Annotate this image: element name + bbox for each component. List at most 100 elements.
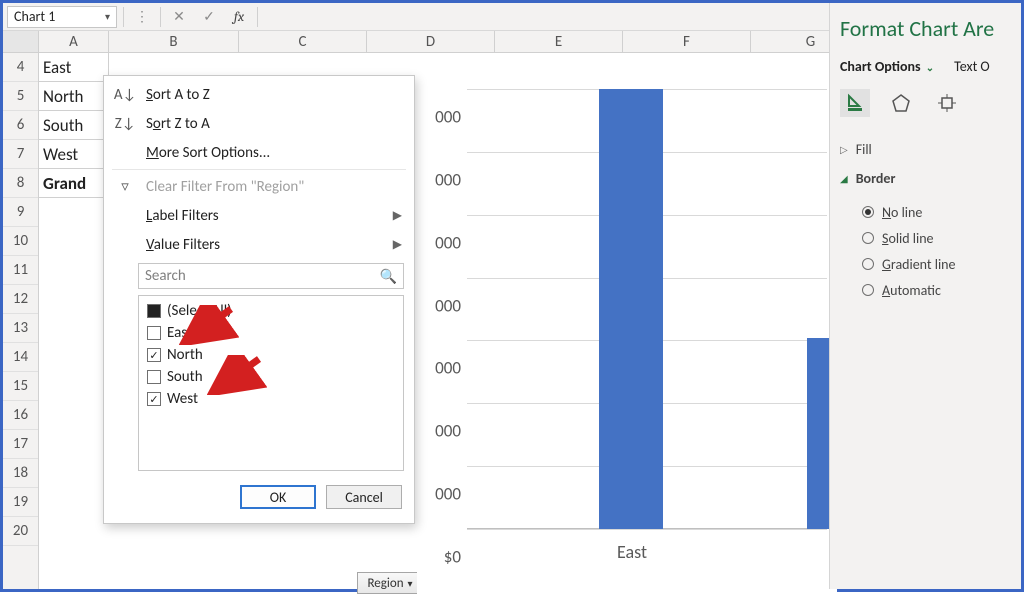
filter-item-label: West bbox=[167, 390, 198, 408]
name-box-value: Chart 1 bbox=[14, 8, 55, 25]
sort-ascending[interactable]: A↓ Sort A to Z bbox=[104, 80, 414, 109]
chevron-right-icon: ▶ bbox=[393, 237, 402, 252]
chevron-down-icon: ◢ bbox=[840, 172, 848, 185]
row-header[interactable]: 18 bbox=[3, 459, 38, 488]
y-tick-label: $0 bbox=[417, 547, 461, 568]
radio-icon bbox=[862, 232, 874, 244]
row-header[interactable]: 12 bbox=[3, 285, 38, 314]
row-header[interactable]: 11 bbox=[3, 256, 38, 285]
cell[interactable]: South bbox=[39, 111, 108, 140]
search-icon: 🔍 bbox=[380, 268, 397, 285]
x-category-label: East bbox=[587, 541, 677, 563]
effects-icon[interactable] bbox=[886, 89, 916, 117]
more-sort-options[interactable]: More Sort Options... bbox=[104, 138, 414, 167]
row-header[interactable]: 16 bbox=[3, 401, 38, 430]
ok-button[interactable]: OK bbox=[240, 485, 316, 509]
cancel-formula-icon: ✕ bbox=[167, 6, 191, 28]
row-headers: 4567891011121314151617181920 bbox=[3, 53, 39, 589]
filter-item[interactable]: West bbox=[147, 388, 395, 410]
row-header[interactable]: 15 bbox=[3, 372, 38, 401]
row-header[interactable]: 19 bbox=[3, 488, 38, 517]
row-header[interactable]: 5 bbox=[3, 82, 38, 111]
more-icon: ⋮ bbox=[130, 6, 154, 28]
separator bbox=[112, 169, 406, 170]
y-tick-label: 000 bbox=[417, 295, 461, 316]
pivot-axis-label: Region bbox=[367, 576, 403, 591]
filter-search-input[interactable]: Search 🔍 bbox=[138, 263, 404, 289]
chart-bar[interactable] bbox=[599, 89, 663, 529]
row-header[interactable]: 8 bbox=[3, 169, 38, 198]
border-radio[interactable]: No line bbox=[862, 199, 1011, 225]
name-box[interactable]: Chart 1 ▾ bbox=[7, 6, 117, 28]
filter-item[interactable]: South bbox=[147, 366, 395, 388]
y-tick-label: 000 bbox=[417, 358, 461, 379]
checkbox[interactable] bbox=[147, 304, 161, 318]
clear-filter: ▿ Clear Filter From "Region" bbox=[104, 172, 414, 201]
format-chart-area-pane: Format Chart Are Chart Options ⌄ Text O … bbox=[829, 3, 1021, 589]
sort-az-icon: A↓ bbox=[114, 86, 136, 104]
row-header[interactable]: 10 bbox=[3, 227, 38, 256]
separator bbox=[123, 7, 124, 27]
filter-checklist: (Select All)EastNorthSouthWest bbox=[138, 295, 404, 471]
row-header[interactable]: 4 bbox=[3, 53, 38, 82]
column-header[interactable]: C bbox=[239, 31, 367, 52]
fill-section-header[interactable]: ▷ Fill bbox=[840, 135, 1011, 164]
border-radio[interactable]: Solid line bbox=[862, 225, 1011, 251]
border-section-header[interactable]: ◢ Border bbox=[840, 164, 1011, 193]
select-all-header[interactable] bbox=[3, 31, 39, 52]
menu-label: alue Filters bbox=[154, 236, 220, 254]
fill-line-icon[interactable] bbox=[840, 89, 870, 117]
row-header[interactable]: 6 bbox=[3, 111, 38, 140]
row-header[interactable]: 13 bbox=[3, 314, 38, 343]
label-filters[interactable]: Label Filters ▶ bbox=[104, 201, 414, 230]
border-radio[interactable]: Gradient line bbox=[862, 251, 1011, 277]
column-a-cells: EastNorthSouthWestGrand bbox=[39, 53, 109, 198]
checkbox[interactable] bbox=[147, 392, 161, 406]
button-label: OK bbox=[270, 489, 287, 506]
filter-dropdown: A↓ Sort A to Z Z↓ Sort Z to A More Sort … bbox=[103, 75, 415, 524]
checkbox[interactable] bbox=[147, 370, 161, 384]
chevron-down-icon[interactable]: ▾ bbox=[105, 10, 110, 23]
row-header[interactable]: 7 bbox=[3, 140, 38, 169]
column-header[interactable]: E bbox=[495, 31, 623, 52]
chevron-down-icon: ▾ bbox=[408, 577, 413, 590]
border-radio[interactable]: Automatic bbox=[862, 277, 1011, 303]
annotation-arrow bbox=[179, 305, 239, 345]
row-header[interactable]: 14 bbox=[3, 343, 38, 372]
checkbox[interactable] bbox=[147, 326, 161, 340]
row-header[interactable]: 9 bbox=[3, 198, 38, 227]
filter-item-label: South bbox=[167, 368, 203, 386]
y-tick-label: 000 bbox=[417, 484, 461, 505]
fx-icon[interactable]: fx bbox=[227, 6, 251, 28]
border-radio-group: No lineSolid line Gradient line Automatic bbox=[840, 193, 1011, 303]
radio-label: Gradient line bbox=[882, 256, 956, 273]
cell[interactable]: East bbox=[39, 53, 108, 82]
cell[interactable]: West bbox=[39, 140, 108, 169]
separator bbox=[160, 7, 161, 27]
y-tick-label: 000 bbox=[417, 232, 461, 253]
size-properties-icon[interactable] bbox=[932, 89, 962, 117]
row-header[interactable]: 20 bbox=[3, 517, 38, 546]
row-header[interactable]: 17 bbox=[3, 430, 38, 459]
annotation-arrow bbox=[207, 355, 267, 395]
text-options-tab[interactable]: Text O bbox=[954, 58, 990, 75]
sort-descending[interactable]: Z↓ Sort Z to A bbox=[104, 109, 414, 138]
radio-label: Automatic bbox=[882, 282, 941, 299]
radio-icon bbox=[862, 258, 874, 270]
cell[interactable]: Grand bbox=[39, 169, 108, 198]
chart-plot-area: EastNo bbox=[467, 89, 827, 529]
checkbox[interactable] bbox=[147, 348, 161, 362]
chevron-right-icon: ▶ bbox=[393, 208, 402, 223]
cancel-button[interactable]: Cancel bbox=[326, 485, 402, 509]
chart-options-tab[interactable]: Chart Options ⌄ bbox=[840, 58, 934, 75]
filter-item[interactable]: North bbox=[147, 344, 395, 366]
column-header[interactable]: A bbox=[39, 31, 109, 52]
value-filters[interactable]: Value Filters ▶ bbox=[104, 230, 414, 259]
pivot-axis-button[interactable]: Region ▾ bbox=[357, 572, 423, 594]
chart[interactable]: EastNo 000000000000000000000$0 bbox=[417, 81, 837, 597]
column-header[interactable]: D bbox=[367, 31, 495, 52]
cell[interactable]: North bbox=[39, 82, 108, 111]
column-header[interactable]: B bbox=[109, 31, 239, 52]
column-header[interactable]: F bbox=[623, 31, 751, 52]
enter-formula-icon: ✓ bbox=[197, 6, 221, 28]
